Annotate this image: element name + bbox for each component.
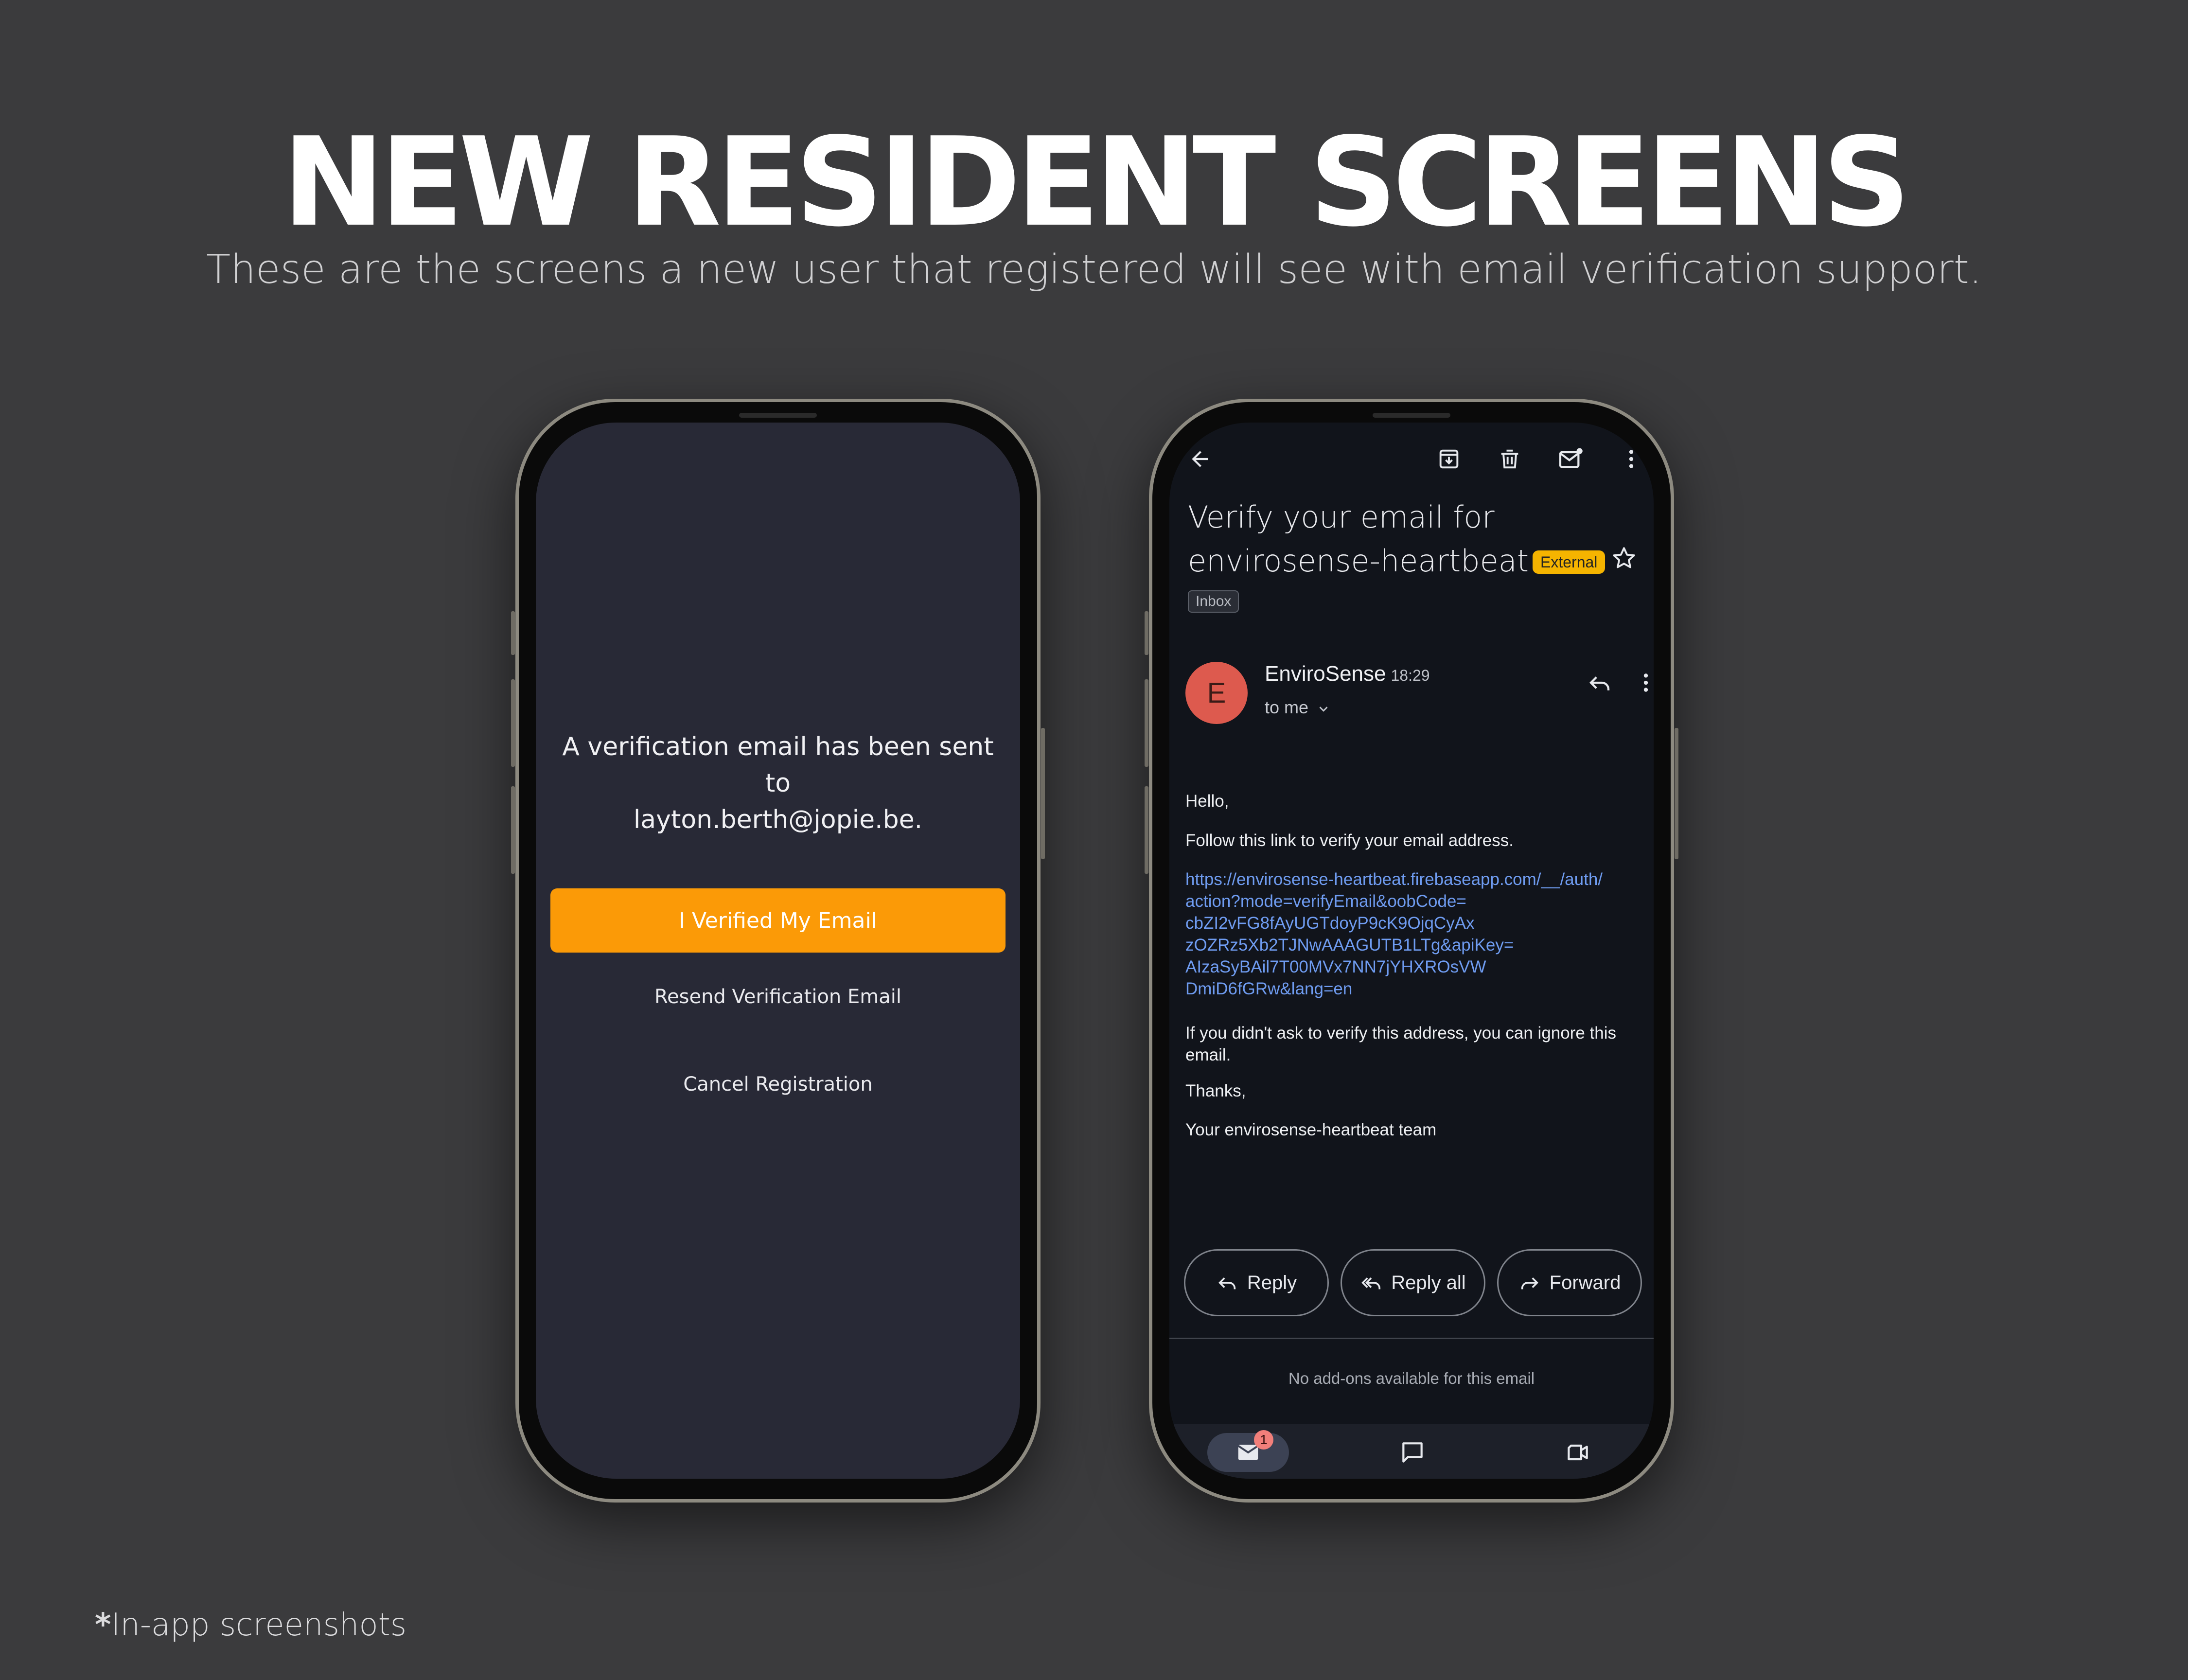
email-thanks: Thanks,	[1185, 1081, 1246, 1100]
star-icon[interactable]	[1607, 542, 1641, 576]
external-badge: External	[1533, 550, 1606, 574]
verification-link-line: action?mode=verifyEmail&oobCode=	[1185, 892, 1466, 911]
email-subject-line1: Verify your email for	[1188, 499, 1495, 535]
reply-label: Reply	[1247, 1272, 1297, 1293]
forward-button[interactable]: Forward	[1497, 1249, 1642, 1316]
reply-all-label: Reply all	[1391, 1272, 1466, 1293]
email-subject-line2: envirosense-heartbeat	[1188, 543, 1529, 579]
bottom-navigation: 1	[1169, 1424, 1654, 1479]
inbox-label[interactable]: Inbox	[1188, 590, 1239, 613]
phone-volume-up	[1145, 679, 1148, 767]
addons-note: No add-ons available for this email	[1288, 1369, 1535, 1387]
phone-volume-up	[511, 679, 515, 767]
footnote: *In-app screenshots	[95, 1607, 406, 1643]
sender-name: EnviroSense	[1265, 662, 1386, 686]
resend-verification-button[interactable]: Resend Verification Email	[536, 986, 1020, 1008]
phone-side-button	[1145, 611, 1148, 655]
verification-link[interactable]: https://envirosense-heartbeat.firebaseap…	[1185, 868, 1624, 1000]
verification-link-line: https://envirosense-heartbeat.firebaseap…	[1185, 870, 1603, 889]
avatar: E	[1185, 662, 1248, 724]
chevron-down-icon	[1319, 707, 1328, 712]
arrow-left-icon[interactable]	[1183, 442, 1217, 476]
reply-all-button[interactable]: Reply all	[1341, 1249, 1485, 1316]
sent-time: 18:29	[1391, 667, 1430, 684]
gmail-message-screen: Verify your email for envirosense-heartb…	[1169, 423, 1654, 1479]
reply-icon[interactable]	[1583, 666, 1617, 700]
cancel-registration-button[interactable]: Cancel Registration	[536, 1073, 1020, 1096]
phone-speaker	[1373, 413, 1450, 418]
email-instruction: Follow this link to verify your email ad…	[1185, 831, 1514, 850]
phone-volume-down	[511, 786, 515, 874]
video-icon	[1568, 1444, 1588, 1461]
nav-mail[interactable]: 1	[1207, 1430, 1289, 1472]
archive-icon[interactable]	[1432, 442, 1466, 476]
more-vert-icon[interactable]	[1614, 442, 1648, 476]
nav-meet[interactable]	[1544, 1433, 1612, 1472]
phone-speaker	[739, 413, 817, 418]
verification-link-line: zOZRz5Xb2TJNwAAAGUTB1LTg&apiKey=	[1185, 936, 1514, 955]
email-greeting: Hello,	[1185, 792, 1229, 811]
mail-unread-badge: 1	[1254, 1430, 1273, 1450]
verification-message-line1: A verification email has been sent to	[562, 732, 994, 798]
phone-volume-down	[1145, 786, 1148, 874]
reply-all-icon	[1361, 1277, 1381, 1290]
reply-icon	[1218, 1277, 1236, 1290]
verified-email-button[interactable]: I Verified My Email	[550, 888, 1006, 953]
message-more-icon[interactable]	[1629, 666, 1654, 700]
page-title: NEW RESIDENT SCREENS	[282, 111, 1910, 254]
verification-link-line: AIzaSyBAil7T00MVx7NN7jYHXROsVW	[1185, 957, 1486, 976]
reply-button[interactable]: Reply	[1184, 1249, 1329, 1316]
verification-email-address: layton.berth@jopie.be.	[633, 805, 923, 834]
verification-message: A verification email has been sent to la…	[555, 729, 1001, 838]
footnote-asterisk: *	[95, 1607, 111, 1643]
verification-link-line: DmiD6fGRw&lang=en	[1185, 979, 1353, 998]
footnote-text: In-app screenshots	[111, 1607, 407, 1643]
verification-link-line: cbZI2vFG8fAyUGTdoyP9cK9OjqCyAx	[1185, 914, 1475, 933]
email-signature: Your envirosense-heartbeat team	[1185, 1120, 1437, 1139]
phone-frame-email: Verify your email for envirosense-heartb…	[1145, 399, 1678, 1503]
recipient-toggle[interactable]: to me	[1265, 697, 1331, 718]
page-subtitle: These are the screens a new user that re…	[206, 247, 1982, 293]
phone-power-button	[1041, 728, 1045, 859]
email-subject: Verify your email for envirosense-heartb…	[1188, 495, 1606, 583]
addons-divider	[1169, 1338, 1654, 1339]
forward-icon	[1521, 1277, 1538, 1290]
phone-frame-app: A verification email has been sent to la…	[511, 399, 1045, 1503]
phone-power-button	[1675, 728, 1678, 859]
trash-icon[interactable]	[1493, 442, 1527, 476]
nav-chat[interactable]	[1378, 1433, 1447, 1472]
app-verification-screen: A verification email has been sent to la…	[536, 423, 1020, 1479]
phone-side-button	[511, 611, 515, 655]
recipient-label: to me	[1265, 697, 1309, 717]
email-ignore-note: If you didn't ask to verify this address…	[1185, 1024, 1617, 1064]
mark-unread-icon[interactable]	[1553, 442, 1588, 476]
forward-label: Forward	[1549, 1272, 1621, 1293]
chat-icon	[1402, 1442, 1423, 1463]
sender-row: EnviroSense 18:29	[1265, 662, 1430, 686]
